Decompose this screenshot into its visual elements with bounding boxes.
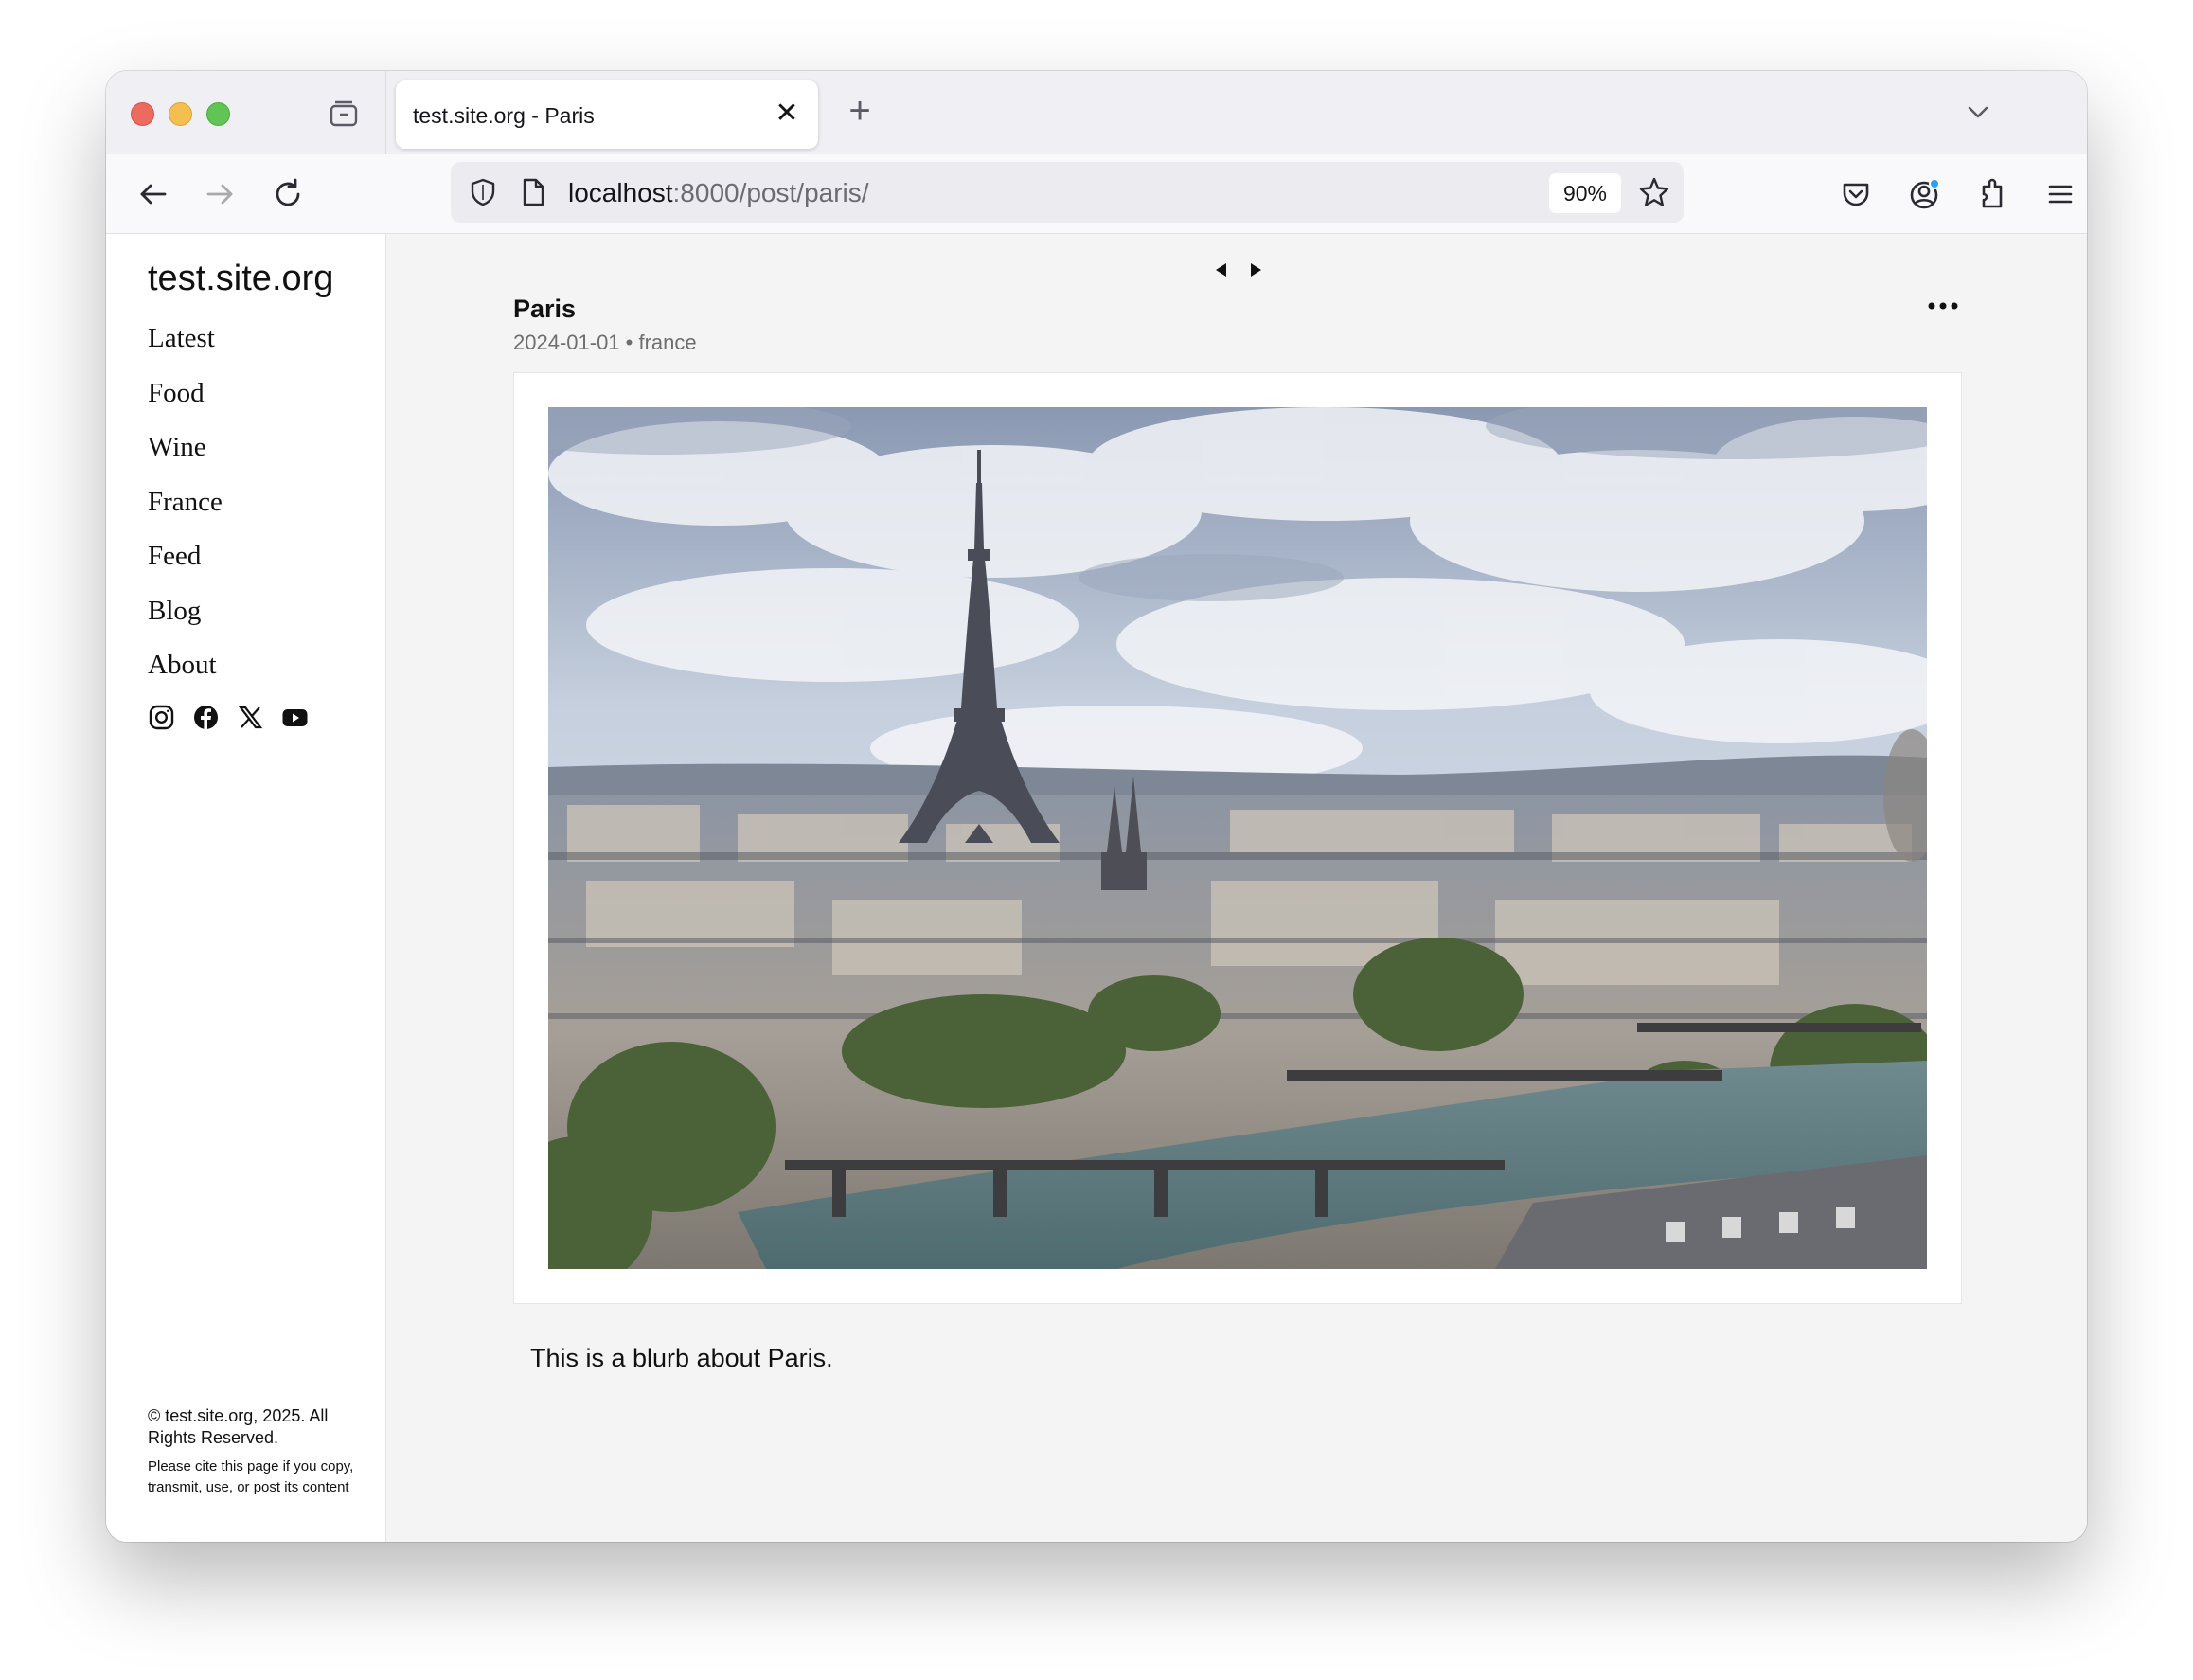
nav-item-france[interactable]: France — [148, 483, 223, 538]
zoom-window-button[interactable] — [206, 102, 230, 126]
main-content: Paris 2024-01-01 • france This is a blur… — [387, 234, 2087, 1542]
chevron-down-icon[interactable] — [1962, 96, 1994, 128]
nav-item-blog[interactable]: Blog — [148, 592, 223, 647]
new-tab-button[interactable]: + — [841, 92, 879, 130]
nav-item-latest[interactable]: Latest — [148, 319, 223, 374]
tab-overview-icon[interactable] — [328, 98, 360, 130]
tab-title: test.site.org - Paris — [413, 103, 595, 128]
minimize-window-button[interactable] — [169, 102, 192, 126]
tracking-protection-shield-icon[interactable] — [468, 177, 498, 207]
post-navigation — [1213, 260, 1264, 279]
footer-copyright: © test.site.org, 2025. All Rights Reserv… — [148, 1406, 329, 1447]
browser-window: test.site.org - Paris ✕ + localhost:8000… — [106, 71, 2087, 1542]
bookmark-star-icon[interactable] — [1638, 176, 1670, 208]
navigation-toolbar: localhost:8000/post/paris/ 90% — [106, 154, 2087, 234]
more-options-icon[interactable] — [1924, 296, 1962, 315]
page-info-icon[interactable] — [519, 177, 547, 207]
nav-item-feed[interactable]: Feed — [148, 537, 223, 592]
previous-post-icon[interactable] — [1213, 260, 1230, 279]
facebook-icon[interactable] — [192, 704, 220, 731]
post-blurb: This is a blurb about Paris. — [530, 1344, 833, 1372]
site-sidebar: test.site.org Latest Food Wine France Fe… — [106, 234, 386, 1542]
nav-item-wine[interactable]: Wine — [148, 428, 223, 483]
nav-item-about[interactable]: About — [148, 646, 223, 701]
url-bar[interactable]: localhost:8000/post/paris/ 90% — [451, 162, 1684, 223]
tab-separator — [385, 71, 386, 154]
nav-item-food[interactable]: Food — [148, 374, 223, 429]
url-host: localhost — [568, 178, 673, 207]
footer-note: Please cite this page if you copy, trans… — [148, 1458, 354, 1495]
post-image-card — [513, 372, 1962, 1304]
tab-strip: test.site.org - Paris ✕ + — [106, 71, 2087, 154]
youtube-icon[interactable] — [281, 704, 309, 731]
zoom-level-button[interactable]: 90% — [1549, 173, 1621, 213]
forward-arrow-icon[interactable] — [201, 175, 239, 213]
url-path: :8000/post/paris/ — [672, 178, 869, 207]
close-window-button[interactable] — [131, 102, 154, 126]
x-icon[interactable] — [237, 704, 264, 731]
site-nav: Latest Food Wine France Feed Blog About — [148, 319, 223, 701]
tab-active[interactable]: test.site.org - Paris ✕ — [396, 80, 818, 149]
account-icon[interactable] — [1905, 175, 1943, 213]
back-arrow-icon[interactable] — [134, 175, 172, 213]
social-links — [148, 704, 309, 731]
post-meta: 2024-01-01 • france — [513, 331, 697, 354]
hamburger-menu-icon[interactable] — [2041, 175, 2079, 213]
paris-photo[interactable] — [548, 407, 1927, 1269]
tab-close-button[interactable]: ✕ — [775, 99, 799, 128]
next-post-icon[interactable] — [1247, 260, 1264, 279]
pocket-icon[interactable] — [1837, 175, 1875, 213]
reload-icon[interactable] — [269, 175, 307, 213]
instagram-icon[interactable] — [148, 704, 175, 731]
site-title[interactable]: test.site.org — [148, 259, 333, 299]
post-title: Paris — [513, 295, 577, 323]
url-text[interactable]: localhost:8000/post/paris/ — [568, 178, 869, 208]
extensions-icon[interactable] — [1974, 175, 2012, 213]
